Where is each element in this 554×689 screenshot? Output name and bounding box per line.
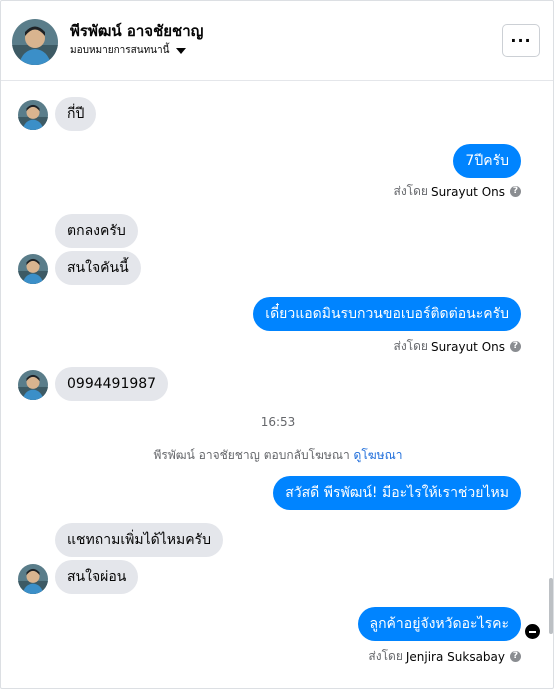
outgoing-message[interactable]: 7ปีครับ bbox=[453, 144, 521, 178]
help-icon[interactable]: ? bbox=[510, 341, 521, 352]
ad-reply-text: พีรพัฒน์ อาจชัยชาญ ตอบกลับโฆษณา bbox=[153, 448, 350, 462]
incoming-message[interactable]: กี่ปี bbox=[55, 97, 97, 131]
assign-conversation-dropdown[interactable]: มอบหมายการสนทนานี้ bbox=[70, 43, 187, 58]
contact-name: พีรพัฒน์ อาจชัยชาญ bbox=[70, 22, 204, 40]
incoming-message[interactable]: สนใจคันนี้ bbox=[55, 251, 141, 285]
sender-avatar bbox=[18, 564, 48, 594]
outgoing-message[interactable]: ลูกค้าอยู่จังหวัดอะไรคะ bbox=[357, 607, 521, 641]
incoming-message[interactable]: แชทถามเพิ่มได้ไหมครับ bbox=[55, 523, 223, 557]
conversation-panel: พีรพัฒน์ อาจชัยชาญ มอบหมายการสนทนานี้ ··… bbox=[0, 0, 554, 689]
incoming-message[interactable]: ตกลงครับ bbox=[55, 214, 138, 248]
view-ad-link[interactable]: ดูโฆษณา bbox=[354, 448, 403, 462]
sender-name: Jenjira Suksabay bbox=[405, 649, 505, 664]
incoming-message[interactable]: 0994491987 bbox=[55, 367, 169, 401]
conversation-header: พีรพัฒน์ อาจชัยชาญ มอบหมายการสนทนานี้ ··… bbox=[1, 1, 553, 81]
more-options-button[interactable]: ··· bbox=[502, 24, 540, 57]
sender-avatar bbox=[18, 370, 48, 400]
sent-by-prefix: ส่งโดย bbox=[393, 184, 428, 198]
sent-by-info: ส่งโดย Surayut Ons ? bbox=[393, 337, 521, 356]
scrollbar[interactable] bbox=[549, 578, 553, 634]
sender-name: Surayut Ons bbox=[430, 339, 505, 354]
caret-down-icon bbox=[176, 47, 187, 54]
reaction-icon[interactable] bbox=[525, 624, 540, 639]
outgoing-message[interactable]: สวัสดี พีรพัฒน์! มีอะไรให้เราช่วยไหม bbox=[273, 476, 521, 510]
sender-name: Surayut Ons bbox=[430, 184, 505, 199]
outgoing-message[interactable]: เดี๋ยวแอดมินรบกวนขอเบอร์ติดต่อนะครับ bbox=[253, 297, 521, 331]
sent-by-prefix: ส่งโดย bbox=[368, 649, 403, 663]
message-timestamp: 16:53 bbox=[260, 415, 296, 429]
sent-by-info: ส่งโดย Jenjira Suksabay ? bbox=[368, 647, 521, 666]
help-icon[interactable]: ? bbox=[510, 186, 521, 197]
sent-by-info: ส่งโดย Surayut Ons ? bbox=[393, 182, 521, 201]
sender-avatar bbox=[18, 254, 48, 284]
help-icon[interactable]: ? bbox=[510, 651, 521, 662]
sender-avatar bbox=[18, 100, 48, 130]
ad-reply-notice: พีรพัฒน์ อาจชัยชาญ ตอบกลับโฆษณา ดูโฆษณา bbox=[1, 446, 554, 465]
incoming-message[interactable]: สนใจผ่อน bbox=[55, 560, 139, 594]
sent-by-prefix: ส่งโดย bbox=[393, 339, 428, 353]
contact-avatar[interactable] bbox=[12, 19, 58, 65]
assign-conversation-label: มอบหมายการสนทนานี้ bbox=[70, 45, 170, 56]
